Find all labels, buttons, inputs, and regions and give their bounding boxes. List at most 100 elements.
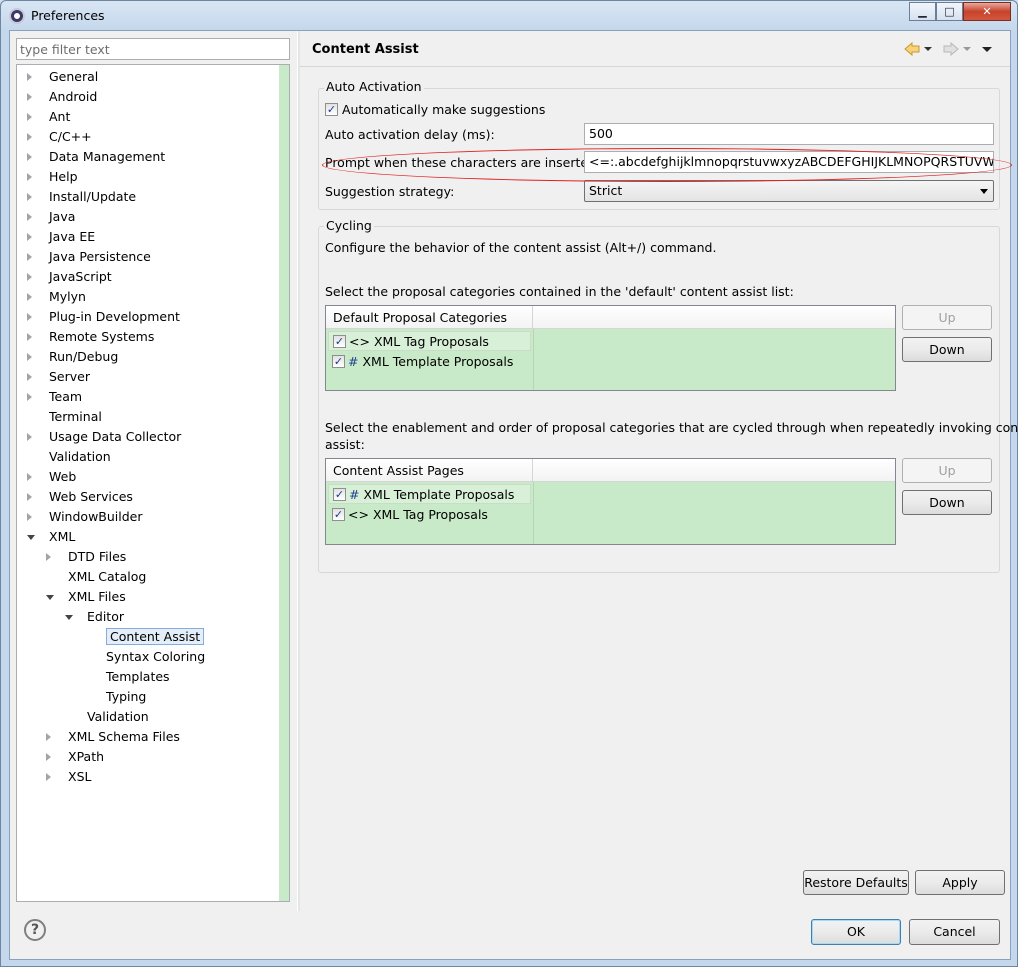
up-button-1[interactable]: Up <box>902 305 992 330</box>
tree-item[interactable]: WindowBuilder <box>27 507 143 527</box>
filter-input[interactable]: type filter text <box>16 38 290 60</box>
maximize-button[interactable]: □ <box>936 2 963 21</box>
minimize-button[interactable]: ▁ <box>909 2 936 21</box>
collapsed-arrow-icon[interactable] <box>27 293 32 301</box>
tree-item[interactable]: XML Catalog <box>46 567 146 587</box>
tree-item[interactable]: C/C++ <box>27 127 92 147</box>
collapsed-arrow-icon[interactable] <box>27 333 32 341</box>
collapsed-arrow-icon[interactable] <box>27 213 32 221</box>
collapsed-arrow-icon[interactable] <box>27 253 32 261</box>
tree-item[interactable]: Validation <box>65 707 149 727</box>
delay-field[interactable]: 500 <box>584 123 994 145</box>
forward-menu-icon[interactable] <box>963 47 971 51</box>
tree-item[interactable]: Web <box>27 467 76 487</box>
tree-item[interactable]: Remote Systems <box>27 327 154 347</box>
table-row[interactable]: ✓ # XML Template Proposals <box>328 352 531 372</box>
preference-tree[interactable]: General Android Ant C/C++ Data Management Hel… <box>16 64 290 902</box>
tree-item[interactable]: Android <box>27 87 97 107</box>
collapsed-arrow-icon[interactable] <box>27 73 32 81</box>
row-checkbox[interactable]: ✓ <box>333 488 346 501</box>
expanded-arrow-icon[interactable] <box>65 615 73 620</box>
collapsed-arrow-icon[interactable] <box>46 773 51 781</box>
tree-item[interactable]: Mylyn <box>27 287 86 307</box>
collapsed-arrow-icon[interactable] <box>27 373 32 381</box>
tree-item[interactable]: Content Assist <box>84 627 205 647</box>
tree-item[interactable]: Java EE <box>27 227 95 247</box>
collapsed-arrow-icon[interactable] <box>27 313 32 321</box>
tree-item[interactable]: Install/Update <box>27 187 136 207</box>
tree-item[interactable]: XML Files <box>46 587 126 607</box>
tree-item[interactable]: Team <box>27 387 82 407</box>
up-button-2[interactable]: Up <box>902 458 992 483</box>
collapsed-arrow-icon[interactable] <box>27 433 32 441</box>
back-menu-icon[interactable] <box>924 47 932 51</box>
back-arrow-icon[interactable] <box>904 41 920 57</box>
collapsed-arrow-icon[interactable] <box>27 273 32 281</box>
expanded-arrow-icon[interactable] <box>27 535 35 540</box>
tree-item[interactable]: Server <box>27 367 90 387</box>
tree-item[interactable]: Ant <box>27 107 70 127</box>
content-assist-pages-table[interactable]: Content Assist Pages ✓ # XML Template Pro… <box>325 458 896 545</box>
row-checkbox[interactable]: ✓ <box>332 355 345 368</box>
collapsed-arrow-icon[interactable] <box>27 173 32 181</box>
row-checkbox[interactable]: ✓ <box>333 335 346 348</box>
tree-item[interactable]: Help <box>27 167 78 187</box>
tree-item[interactable]: Editor <box>65 607 124 627</box>
column-header[interactable]: Content Assist Pages <box>326 459 533 481</box>
tree-item[interactable]: Terminal <box>27 407 102 427</box>
tree-item[interactable]: Validation <box>27 447 111 467</box>
tree-item[interactable]: Data Management <box>27 147 165 167</box>
tree-item-label: Java EE <box>49 229 96 244</box>
tree-item[interactable]: Usage Data Collector <box>27 427 181 447</box>
close-button[interactable]: ✕ <box>963 2 1011 21</box>
collapsed-arrow-icon[interactable] <box>46 553 51 561</box>
collapsed-arrow-icon[interactable] <box>27 393 32 401</box>
apply-button[interactable]: Apply <box>915 870 1005 895</box>
collapsed-arrow-icon[interactable] <box>27 493 32 501</box>
collapsed-arrow-icon[interactable] <box>46 733 51 741</box>
table-row[interactable]: ✓ # XML Template Proposals <box>328 484 531 504</box>
tree-item[interactable]: XML <box>27 527 75 547</box>
collapsed-arrow-icon[interactable] <box>27 473 32 481</box>
tree-item[interactable]: JavaScript <box>27 267 112 287</box>
collapsed-arrow-icon[interactable] <box>46 753 51 761</box>
table-row[interactable]: ✓ <> XML Tag Proposals <box>328 331 531 351</box>
collapsed-arrow-icon[interactable] <box>27 133 32 141</box>
tree-item[interactable]: XML Schema Files <box>46 727 180 747</box>
make-suggestions-checkbox[interactable]: ✓ <box>325 103 338 116</box>
down-button-1[interactable]: Down <box>902 337 992 362</box>
collapsed-arrow-icon[interactable] <box>27 93 32 101</box>
down-button-2[interactable]: Down <box>902 490 992 515</box>
row-checkbox[interactable]: ✓ <box>332 508 345 521</box>
default-list-instructions: Select the proposal categories contained… <box>325 284 794 299</box>
tree-item[interactable]: Web Services <box>27 487 133 507</box>
tree-item[interactable]: General <box>27 67 98 87</box>
collapsed-arrow-icon[interactable] <box>27 193 32 201</box>
default-proposal-table[interactable]: Default Proposal Categories ✓ <> XML Tag … <box>325 305 896 391</box>
view-menu-icon[interactable] <box>982 47 992 52</box>
column-header[interactable]: Default Proposal Categories <box>326 306 533 328</box>
strategy-select[interactable]: Strict <box>584 180 994 202</box>
tree-item[interactable]: Java Persistence <box>27 247 151 267</box>
tree-item[interactable]: Java <box>27 207 75 227</box>
tree-item[interactable]: XPath <box>46 747 104 767</box>
tree-item[interactable]: Run/Debug <box>27 347 118 367</box>
collapsed-arrow-icon[interactable] <box>27 233 32 241</box>
tree-item[interactable]: XSL <box>46 767 91 787</box>
collapsed-arrow-icon[interactable] <box>27 153 32 161</box>
tree-item[interactable]: Plug-in Development <box>27 307 180 327</box>
tree-item[interactable]: Templates <box>84 667 170 687</box>
collapsed-arrow-icon[interactable] <box>27 113 32 121</box>
restore-defaults-button[interactable]: Restore Defaults <box>803 870 909 895</box>
expanded-arrow-icon[interactable] <box>46 595 54 600</box>
cancel-button[interactable]: Cancel <box>909 919 1000 945</box>
tree-item[interactable]: Syntax Coloring <box>84 647 205 667</box>
forward-arrow-icon[interactable] <box>943 41 959 57</box>
ok-button[interactable]: OK <box>811 919 901 945</box>
collapsed-arrow-icon[interactable] <box>27 353 32 361</box>
table-row[interactable]: ✓ <> XML Tag Proposals <box>328 505 531 525</box>
tree-item[interactable]: Typing <box>84 687 146 707</box>
tree-item[interactable]: DTD Files <box>46 547 126 567</box>
collapsed-arrow-icon[interactable] <box>27 513 32 521</box>
help-icon[interactable]: ? <box>24 919 46 941</box>
